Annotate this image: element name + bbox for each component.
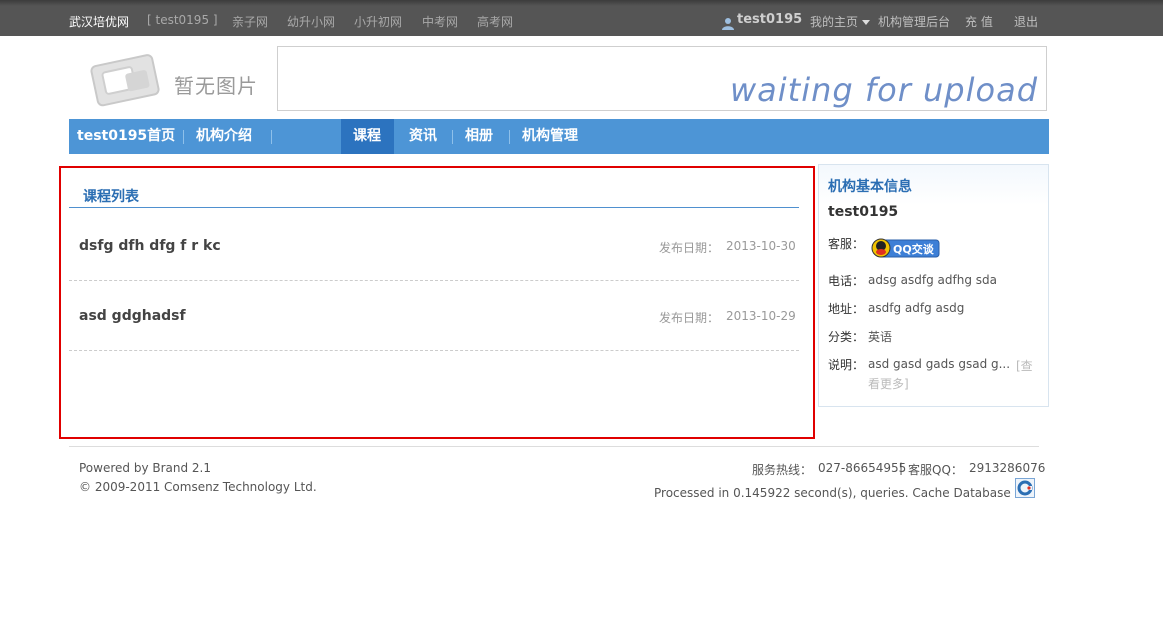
nav-item-manage[interactable]: 机构管理 <box>522 119 578 154</box>
top-bar-shadow <box>0 0 1163 6</box>
nav-item-intro[interactable]: 机构介绍 <box>196 119 252 154</box>
site-link[interactable]: 武汉培优网 <box>69 13 129 30</box>
user-tag-link[interactable]: [ test0195 ] <box>147 13 218 27</box>
nav-link-zhongkao[interactable]: 中考网 <box>422 13 458 30</box>
divider <box>69 280 799 281</box>
admin-link[interactable]: 机构管理后台 <box>878 13 950 30</box>
date-label: 发布日期： <box>659 311 720 325</box>
hotline-value: 027-86654955 <box>818 461 907 475</box>
nav-link-gaokao[interactable]: 高考网 <box>477 13 513 30</box>
address-value: asdfg adfg asdg <box>868 301 965 315</box>
course-list-title: 课程列表 <box>83 189 139 205</box>
nav-item-album[interactable]: 相册 <box>465 119 493 154</box>
address-label: 地址： <box>828 302 865 316</box>
powered-by: Powered by Brand 2.1 <box>79 461 212 475</box>
footer-separator: | <box>899 461 904 475</box>
copyright: © 2009-2011 Comsenz Technology Ltd. <box>79 480 317 494</box>
course-link[interactable]: asd gdghadsf <box>79 308 186 324</box>
banner: waiting for upload <box>277 46 1047 111</box>
divider <box>69 350 799 351</box>
hotline-label: 服务热线： <box>752 463 813 477</box>
nav-separator <box>509 130 510 144</box>
nav-link-qinzi[interactable]: 亲子网 <box>232 13 268 30</box>
nav-link-youshengxiao[interactable]: 幼升小网 <box>287 13 335 30</box>
placeholder-image-icon <box>90 54 160 107</box>
view-more-link[interactable]: [查 <box>1016 357 1033 374</box>
chevron-down-icon <box>862 20 871 25</box>
username-link[interactable]: test0195 <box>737 12 802 27</box>
course-link[interactable]: dsfg dfh dfg f r kc <box>79 238 221 254</box>
nav-separator <box>271 130 272 144</box>
cnzz-stat-icon[interactable] <box>1015 478 1035 498</box>
nav-link-xiaoshengchu[interactable]: 小升初网 <box>354 13 402 30</box>
my-home-menu[interactable]: 我的主页 <box>810 13 871 30</box>
date-value: 2013-10-29 <box>726 309 796 323</box>
date-value: 2013-10-30 <box>726 239 796 253</box>
org-info-title: 机构基本信息 <box>828 179 912 195</box>
date-label: 发布日期： <box>659 241 720 255</box>
footer-divider <box>69 446 1039 447</box>
logout-link[interactable]: 退出 <box>1014 13 1038 30</box>
qq-chat-button[interactable]: QQ交谈 <box>871 237 940 259</box>
org-name: test0195 <box>828 204 899 220</box>
nav-separator <box>452 130 453 144</box>
banner-text: waiting for upload <box>729 71 1038 109</box>
recharge-link[interactable]: 充 值 <box>965 13 993 30</box>
no-image-text: 暂无图片 <box>174 74 258 98</box>
user-icon <box>722 18 734 30</box>
nav-separator <box>183 130 184 144</box>
category-label: 分类： <box>828 330 865 344</box>
qq-chat-label: QQ交谈 <box>893 242 935 256</box>
qq-value: 2913286076 <box>969 461 1046 475</box>
my-home-label: 我的主页 <box>810 15 859 29</box>
nav-item-courses[interactable]: 课程 <box>353 119 381 154</box>
description-value: asd gasd gads gsad g... <box>868 357 1011 371</box>
nav-item-home[interactable]: test0195首页 <box>77 119 175 154</box>
nav-item-news[interactable]: 资讯 <box>409 119 437 154</box>
qq-label: 客服QQ： <box>908 463 963 477</box>
service-label: 客服： <box>828 237 865 251</box>
title-underline <box>69 207 799 208</box>
description-label: 说明： <box>828 358 865 372</box>
main-nav: test0195首页 机构介绍 课程 资讯 相册 机构管理 <box>69 119 1049 154</box>
processed-info: Processed in 0.145922 second(s), queries… <box>654 486 1036 500</box>
phone-label: 电话： <box>828 274 865 288</box>
category-value: 英语 <box>868 330 893 344</box>
view-more-link-cont[interactable]: 看更多] <box>868 375 909 392</box>
phone-value: adsg asdfg adfhg sda <box>868 273 997 287</box>
